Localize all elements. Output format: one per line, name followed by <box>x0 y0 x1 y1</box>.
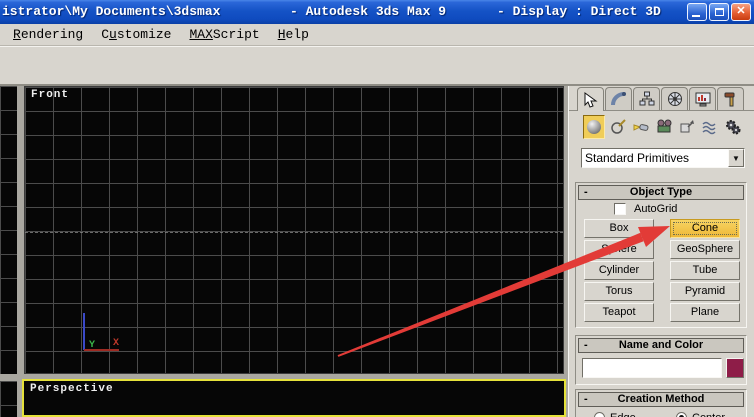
sphere-button[interactable]: Sphere <box>584 240 654 259</box>
object-color-swatch[interactable] <box>726 358 744 378</box>
window-title-display: - Display : Direct 3D <box>497 4 661 19</box>
viewport-area: Front Y X Perspective <box>0 86 568 417</box>
object-type-header[interactable]: - Object Type <box>578 185 744 200</box>
hammer-icon <box>724 92 734 107</box>
gears-icon <box>726 120 741 135</box>
shapes-icon <box>611 119 626 134</box>
category-shapes[interactable] <box>607 115 629 139</box>
category-helpers[interactable] <box>676 115 698 139</box>
name-and-color-header[interactable]: - Name and Color <box>578 338 744 353</box>
camera-icon <box>657 119 672 133</box>
close-button[interactable]: ✕ <box>731 3 751 21</box>
creation-method-rollout: - Creation Method Edge Center <box>575 389 747 417</box>
restore-button[interactable] <box>709 3 729 21</box>
geometry-sphere-icon <box>587 120 601 134</box>
menu-help[interactable]: Help <box>269 25 318 44</box>
teapot-button[interactable]: Teapot <box>584 303 654 322</box>
minimize-icon <box>692 15 700 17</box>
center-radio[interactable] <box>676 412 687 417</box>
create-categories <box>569 115 754 141</box>
chevron-down-icon[interactable]: ▼ <box>728 149 744 167</box>
name-and-color-rollout: - Name and Color <box>575 335 747 385</box>
collapse-icon[interactable]: - <box>584 186 588 199</box>
category-lights[interactable] <box>630 115 652 139</box>
geosphere-button[interactable]: GeoSphere <box>670 240 740 259</box>
tube-button[interactable]: Tube <box>670 261 740 280</box>
window-title-path: istrator\My Documents\3dsmax <box>2 4 221 19</box>
front-viewport[interactable]: Front Y X <box>24 86 564 374</box>
center-label: Center <box>692 412 725 417</box>
modify-arc-icon <box>610 92 626 106</box>
category-systems[interactable] <box>722 115 744 139</box>
tab-utilities[interactable] <box>717 87 744 110</box>
pyramid-button[interactable]: Pyramid <box>670 282 740 301</box>
minimize-button[interactable] <box>687 3 707 21</box>
command-panel-tabs <box>569 86 754 111</box>
perspective-viewport[interactable]: Perspective <box>22 379 566 417</box>
arrow-cursor-icon <box>584 91 598 108</box>
torus-button[interactable]: Torus <box>584 282 654 301</box>
motion-wheel-icon <box>667 92 682 106</box>
object-category-dropdown[interactable]: ▼ <box>581 148 745 168</box>
object-category-value[interactable] <box>582 149 728 167</box>
svg-text:X: X <box>113 338 119 349</box>
perspective-viewport-label[interactable]: Perspective <box>30 383 114 395</box>
collapse-icon[interactable]: - <box>584 339 588 352</box>
restore-icon <box>715 8 724 16</box>
tab-hierarchy[interactable] <box>633 87 660 110</box>
object-type-rollout: - Object Type AutoGrid Box Cone Sphere G… <box>575 182 747 328</box>
grid-major-line <box>25 232 563 233</box>
left-viewport-strip[interactable] <box>0 86 17 374</box>
menu-customize[interactable]: Customize <box>92 25 180 44</box>
display-monitor-icon <box>695 92 710 107</box>
left-viewport-strip-bottom[interactable] <box>0 381 17 417</box>
object-name-field-wrap <box>582 358 722 378</box>
title-bar: istrator\My Documents\3dsmax - Autodesk … <box>0 0 754 24</box>
window-title-app: - Autodesk 3ds Max 9 <box>290 4 447 19</box>
cone-button[interactable]: Cone <box>670 219 740 238</box>
autogrid-label: AutoGrid <box>634 203 678 215</box>
main-toolbar: ▼ Ω 3 Ω ∠ Ω % Ω ↕ <box>0 46 754 125</box>
autogrid-checkbox[interactable] <box>614 203 626 215</box>
object-name-input[interactable] <box>583 359 721 377</box>
plane-button[interactable]: Plane <box>670 303 740 322</box>
svg-text:Y: Y <box>89 340 95 351</box>
command-panel: ▼ - Object Type AutoGrid Box Cone Sphere… <box>568 86 754 417</box>
creation-method-header[interactable]: - Creation Method <box>578 392 744 407</box>
waves-icon <box>702 121 716 135</box>
collapse-icon[interactable]: - <box>584 393 588 406</box>
hierarchy-icon <box>639 91 654 106</box>
menu-bar: Rendering Customize MAXScript Help <box>0 24 754 46</box>
menu-rendering[interactable]: Rendering <box>4 25 92 44</box>
front-viewport-label[interactable]: Front <box>31 89 69 101</box>
flashlight-icon <box>633 124 649 131</box>
edge-label: Edge <box>610 412 636 417</box>
tab-create[interactable] <box>577 87 604 111</box>
helpers-icon <box>680 120 694 133</box>
axis-tripod-icon: Y X <box>83 313 119 351</box>
tab-display[interactable] <box>689 87 716 110</box>
edge-radio[interactable] <box>594 412 605 417</box>
category-geometry[interactable] <box>583 115 605 139</box>
category-cameras[interactable] <box>653 115 675 139</box>
menu-maxscript[interactable]: MAXScript <box>180 25 268 44</box>
category-space-warps[interactable] <box>699 115 721 139</box>
tab-motion[interactable] <box>661 87 688 110</box>
box-button[interactable]: Box <box>584 219 654 238</box>
tab-modify[interactable] <box>605 87 632 110</box>
cylinder-button[interactable]: Cylinder <box>584 261 654 280</box>
